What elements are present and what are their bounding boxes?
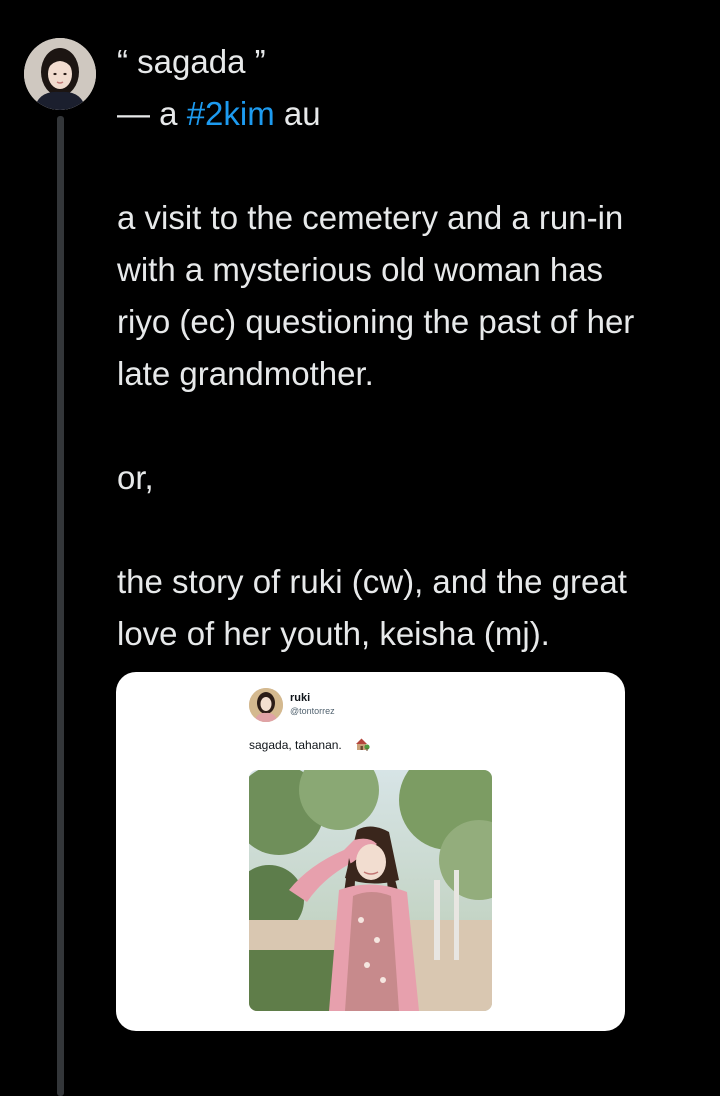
post-title: “ sagada ” <box>117 43 266 80</box>
house-with-garden-icon <box>356 738 370 751</box>
avatar-image <box>24 38 96 110</box>
closing-line: the story of ruki (cw), and the great <box>117 563 627 600</box>
embedded-handle: @tontorrez <box>290 706 335 716</box>
post-subtitle: — a #2kim au <box>117 88 707 140</box>
post-content: “ sagada ” — a #2kim au a visit to the c… <box>117 36 707 660</box>
subtitle-suffix: au <box>274 95 321 132</box>
hashtag-link[interactable]: #2kim <box>187 95 275 132</box>
embedded-post-text: sagada, tahanan. <box>249 738 342 752</box>
or-line: or, <box>117 459 154 496</box>
attached-image[interactable]: ruki @tontorrez sagada, tahanan. <box>116 672 625 1031</box>
body-line: riyo (ec) questioning the past of her <box>117 303 635 340</box>
embedded-photo <box>249 770 492 1011</box>
thread-line <box>57 116 64 1096</box>
closing-line: love of her youth, keisha (mj). <box>117 615 550 652</box>
body-line: a visit to the cemetery and a run-in <box>117 199 624 236</box>
body-line: late grandmother. <box>117 355 374 392</box>
photo-illustration <box>249 770 492 1011</box>
embedded-avatar <box>249 688 283 722</box>
body-line: with a mysterious old woman has <box>117 251 604 288</box>
avatar[interactable] <box>24 38 96 110</box>
embedded-avatar-image <box>249 688 283 722</box>
subtitle-prefix: — a <box>117 95 187 132</box>
embedded-display-name: ruki <box>290 692 311 704</box>
